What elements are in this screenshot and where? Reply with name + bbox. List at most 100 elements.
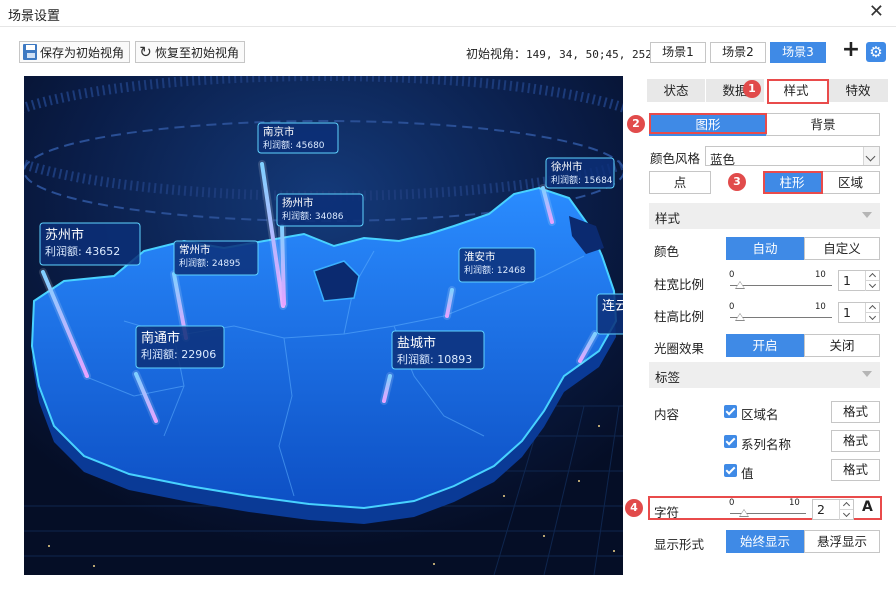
color-label: 颜色	[654, 244, 680, 259]
bar-height-label: 柱高比例	[654, 309, 705, 324]
char-slider-thumb[interactable]	[739, 509, 749, 517]
char-label: 字符	[654, 505, 680, 520]
city-value: 利润额: 34086	[282, 210, 344, 222]
close-icon[interactable]: ✕	[869, 1, 884, 22]
city-value: 利润额: 43652	[45, 244, 120, 258]
scene-3-button[interactable]: 场景3	[770, 42, 826, 63]
city-name: 苏州市	[45, 227, 84, 243]
gear-icon[interactable]: ⚙	[866, 42, 886, 62]
refresh-icon: ↻	[139, 43, 152, 61]
annotation-badge-3: 3	[728, 173, 746, 191]
bar-height-slider[interactable]: 0 10	[728, 302, 834, 326]
value-format-button[interactable]: 格式	[831, 459, 880, 481]
title-bar: 场景设置 ✕	[0, 0, 896, 27]
scene-2-button[interactable]: 场景2	[710, 42, 766, 63]
display-hover-button[interactable]: 悬浮显示	[804, 530, 880, 553]
city-value: 利润额: 45680	[263, 139, 325, 151]
region-name-label: 区域名	[741, 407, 779, 422]
halo-on-button[interactable]: 开启	[726, 334, 804, 357]
label-section-header[interactable]: 标签	[649, 362, 880, 388]
highlight-box-2	[649, 113, 767, 134]
city-value: 利润额: 15684	[551, 174, 613, 186]
bar-4	[280, 224, 286, 306]
bar-height-value: 1	[843, 305, 851, 320]
tab-effects[interactable]: 特效	[828, 79, 888, 102]
city-value: 利润额: 12468	[464, 264, 526, 276]
city-label-card: 淮安市利润额: 12468	[458, 247, 536, 283]
city-label-card: 常州市利润额: 24895	[173, 240, 259, 276]
value-checkbox[interactable]	[724, 464, 737, 477]
value-label: 值	[741, 466, 754, 481]
bar-width-value: 1	[843, 273, 851, 288]
window-title: 场景设置	[8, 9, 61, 24]
collapse-caret-icon	[862, 212, 872, 218]
city-name: 常州市	[179, 243, 211, 256]
char-slider[interactable]: 0 10	[728, 498, 808, 522]
bar-width-thumb[interactable]	[735, 281, 745, 289]
city-name: 盐城市	[397, 335, 436, 351]
highlight-box-1	[767, 79, 829, 104]
region-name-format-button[interactable]: 格式	[831, 401, 880, 423]
city-label-card: 南京市利润额: 45680	[257, 122, 339, 154]
restore-initial-view-button[interactable]: ↻ 恢复至初始视角	[135, 41, 245, 63]
series-name-checkbox[interactable]	[724, 435, 737, 448]
bar-width-slider[interactable]: 0 10	[728, 270, 834, 294]
bar-height-stepper[interactable]: 1	[838, 302, 880, 323]
char-slider-min: 0	[729, 498, 735, 508]
char-stepper[interactable]: 2	[812, 499, 854, 520]
char-slider-max: 10	[789, 498, 800, 508]
bar-height-thumb[interactable]	[735, 313, 745, 321]
color-custom-button[interactable]: 自定义	[804, 237, 880, 260]
chevron-down-icon[interactable]	[863, 147, 879, 165]
shape-region-button[interactable]: 区域	[821, 171, 880, 194]
spin-down-icon[interactable]	[865, 281, 879, 291]
char-value: 2	[817, 502, 825, 517]
city-name: 徐州市	[551, 160, 583, 173]
spin-down-icon[interactable]	[839, 510, 853, 520]
initial-view-label: 初始视角：	[466, 47, 527, 61]
color-auto-button[interactable]: 自动	[726, 237, 804, 260]
content-label: 内容	[654, 407, 680, 422]
color-style-select[interactable]: 蓝色	[705, 146, 880, 167]
halo-off-button[interactable]: 关闭	[804, 334, 880, 357]
subtab-background[interactable]: 背景	[766, 113, 880, 136]
shape-point-button[interactable]: 点	[649, 171, 711, 194]
bar-height-min: 0	[729, 302, 735, 312]
style-section-header[interactable]: 样式	[649, 203, 880, 229]
label-section-title: 标签	[655, 370, 681, 385]
annotation-badge-2: 2	[627, 115, 645, 133]
display-always-button[interactable]: 始终显示	[726, 530, 804, 553]
city-name: 淮安市	[464, 250, 496, 263]
save-initial-view-button[interactable]: 保存为初始视角	[19, 41, 130, 63]
city-label-card: 盐城市利润额: 10893	[391, 330, 485, 370]
save-initial-view-label: 保存为初始视角	[39, 45, 124, 60]
bar-width-track	[730, 285, 832, 286]
style-section-title: 样式	[655, 211, 681, 226]
city-label-card: 徐州市利润额: 15684	[545, 157, 615, 189]
city-name: 南通市	[141, 330, 180, 346]
spin-down-icon[interactable]	[865, 313, 879, 323]
bar-width-label: 柱宽比例	[654, 277, 705, 292]
region-name-checkbox[interactable]	[724, 405, 737, 418]
color-style-label: 颜色风格	[650, 151, 701, 166]
display-mode-label: 显示形式	[654, 537, 705, 552]
city-value: 利润额: 10893	[397, 352, 472, 366]
city-name: 扬州市	[282, 196, 314, 209]
series-name-format-button[interactable]: 格式	[831, 430, 880, 452]
city-value: 利润额: 24895	[179, 257, 241, 269]
bar-width-max: 10	[815, 270, 826, 280]
plus-icon[interactable]: +	[840, 39, 862, 62]
city-name: 南京市	[263, 125, 295, 138]
restore-initial-view-label: 恢复至初始视角	[154, 45, 239, 60]
save-icon	[23, 44, 37, 60]
bar-width-stepper[interactable]: 1	[838, 270, 880, 291]
annotation-badge-1: 1	[743, 80, 761, 98]
scene-1-button[interactable]: 场景1	[650, 42, 706, 63]
series-name-label: 系列名称	[741, 437, 792, 452]
tab-status[interactable]: 状态	[647, 79, 705, 102]
color-style-value: 蓝色	[710, 152, 736, 167]
bar-width-min: 0	[729, 270, 735, 280]
annotation-badge-4: 4	[625, 499, 643, 517]
scene-map-view[interactable]: 南京市 利润额: 45680 徐州市 利润额: 15684 苏州市 利润额: 43652 扬…	[24, 76, 623, 575]
font-style-button[interactable]: A	[862, 499, 873, 515]
